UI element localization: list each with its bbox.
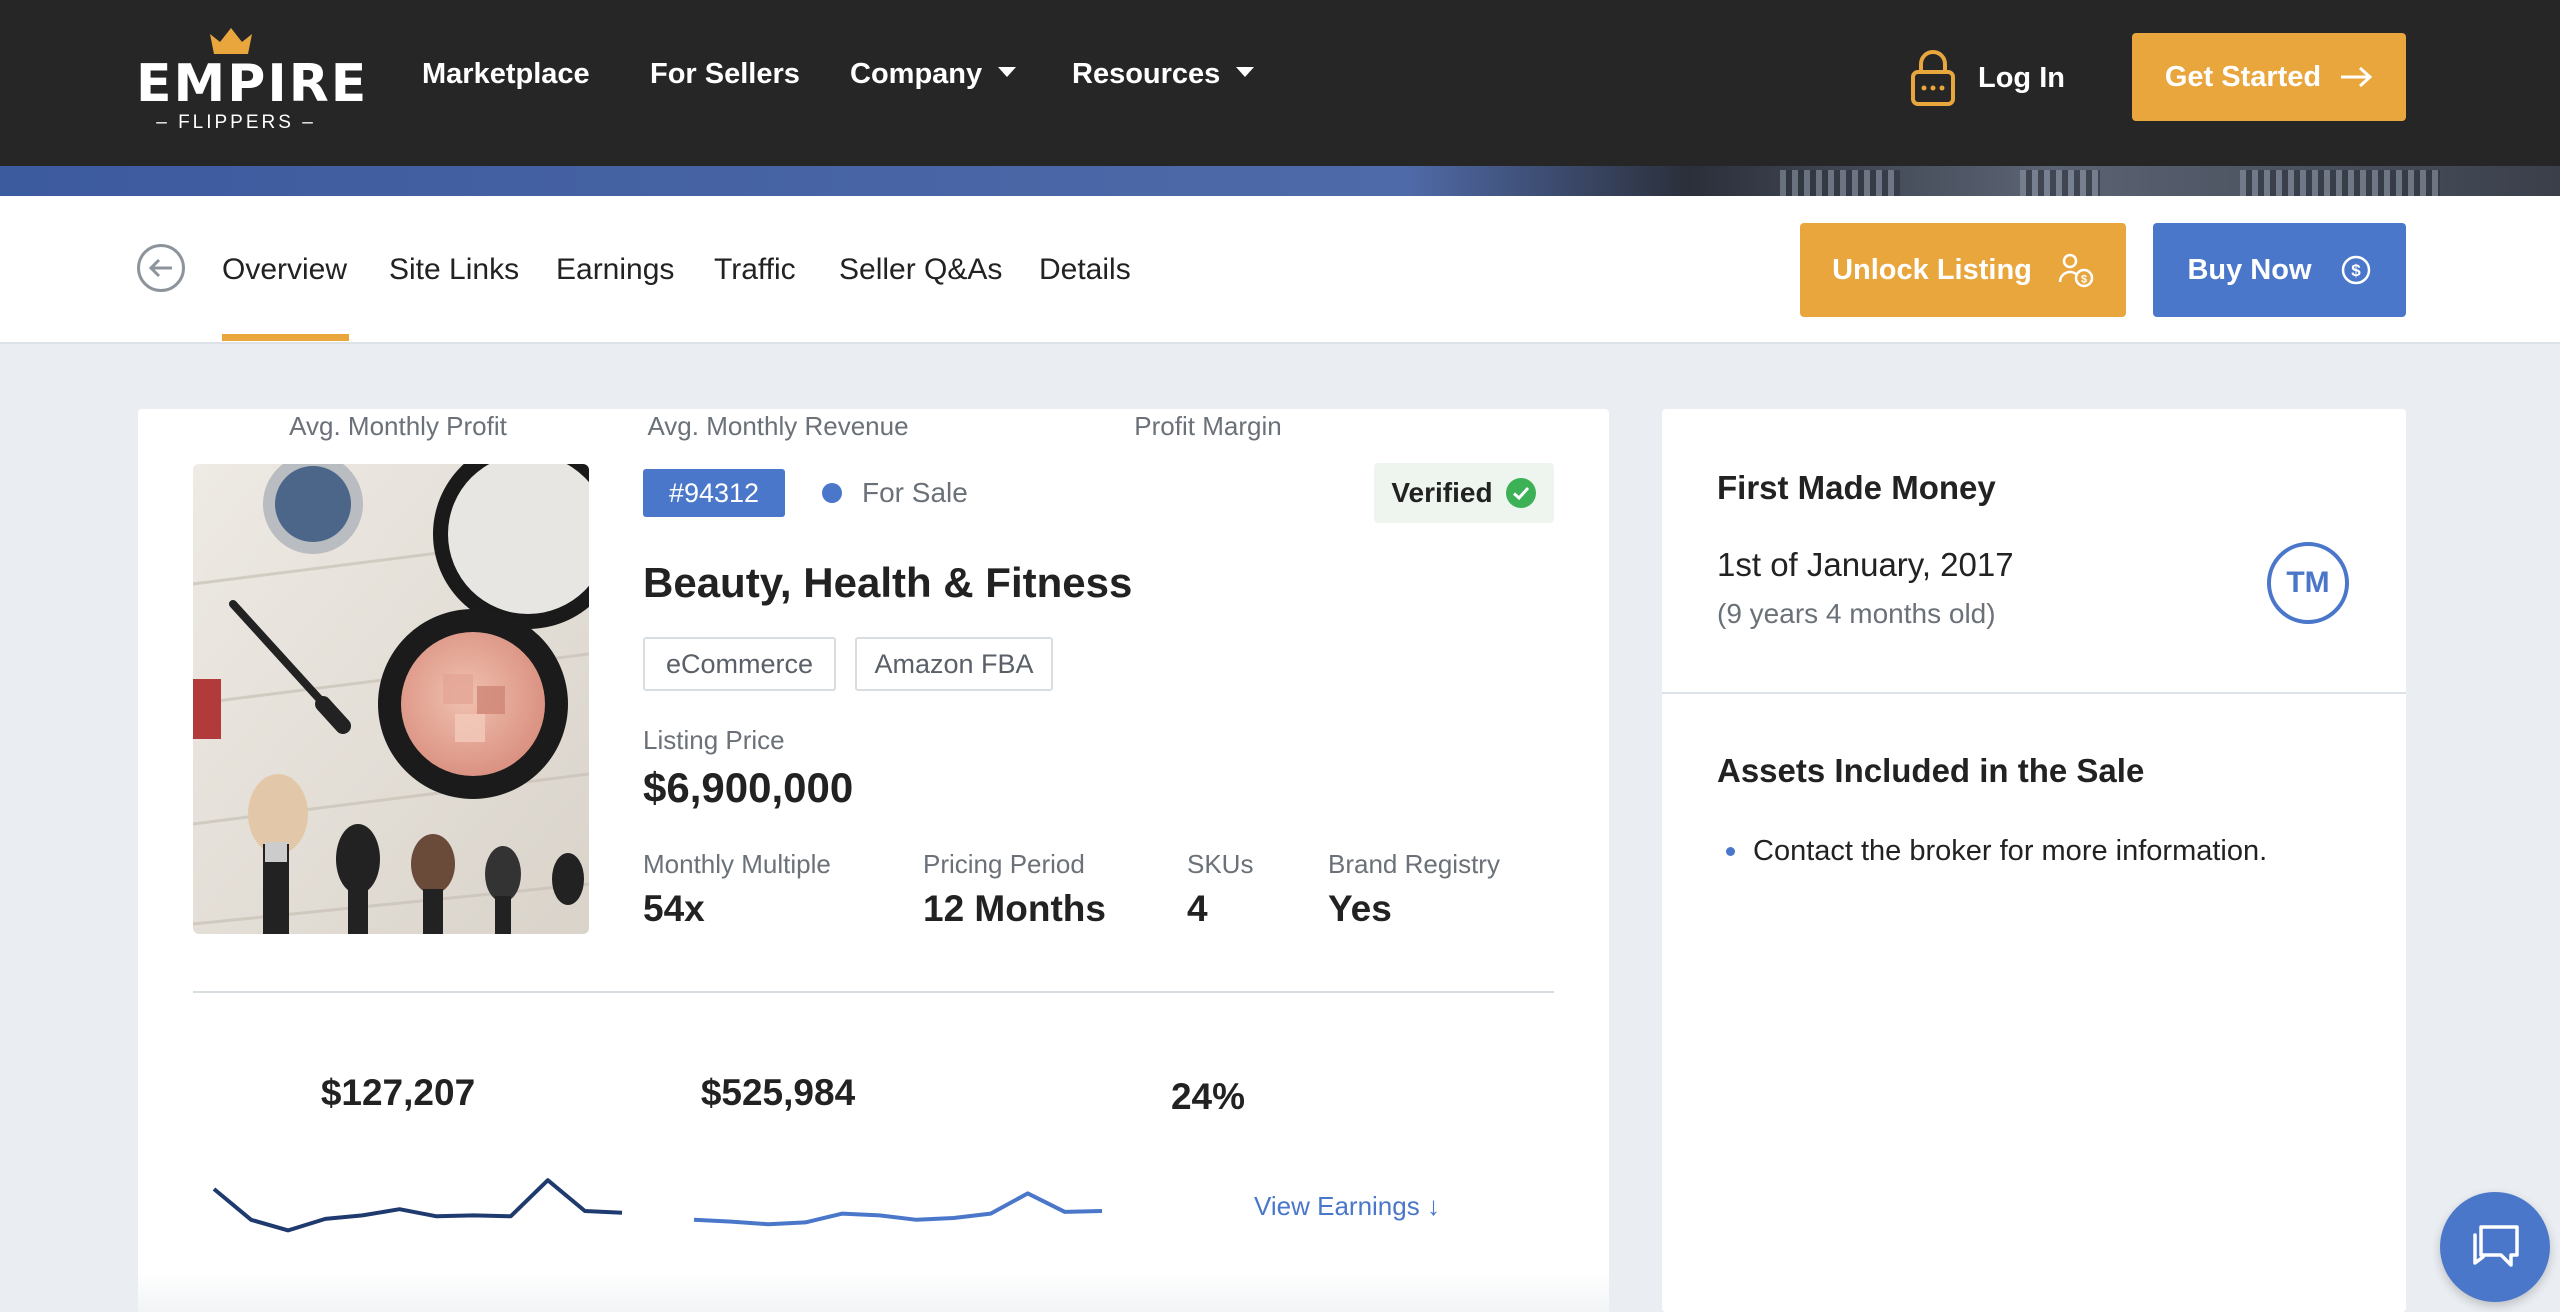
logo-wordmark: EMPIRE bbox=[136, 54, 369, 114]
skus-value: 4 bbox=[1187, 888, 1208, 929]
side-divider bbox=[1662, 692, 2406, 694]
tag-ecommerce[interactable]: eCommerce bbox=[643, 637, 836, 691]
svg-text:$: $ bbox=[2351, 261, 2361, 280]
status-dot-icon bbox=[822, 483, 842, 503]
card-bottom-fade bbox=[138, 1272, 1609, 1312]
get-started-button[interactable]: Get Started bbox=[2132, 33, 2406, 121]
nav-resources[interactable]: Resources bbox=[1072, 54, 1255, 94]
logo-tagline: – FLIPPERS – bbox=[156, 112, 316, 133]
monthly-multiple-label: Monthly Multiple bbox=[643, 849, 831, 879]
profit-margin-value: 24% bbox=[1170, 1076, 1246, 1117]
tab-earnings[interactable]: Earnings bbox=[556, 250, 674, 290]
hero-banner-strip bbox=[0, 166, 2560, 196]
revenue-sparkline bbox=[693, 1191, 1103, 1227]
listing-summary-card: #94312 For Sale Verified Beauty, Health … bbox=[138, 409, 1609, 1312]
tab-traffic[interactable]: Traffic bbox=[714, 250, 796, 290]
check-circle-icon bbox=[1505, 478, 1536, 508]
profit-margin-label: Profit Margin bbox=[1134, 411, 1282, 441]
business-age: (9 years 4 months old) bbox=[1717, 598, 1996, 629]
trademark-badge: TM bbox=[2267, 542, 2349, 624]
pricing-period-label: Pricing Period bbox=[923, 849, 1085, 879]
avg-revenue-value: $525,984 bbox=[700, 1072, 856, 1113]
listing-price: $6,900,000 bbox=[643, 764, 854, 811]
asset-list-item: Contact the broker for more information. bbox=[1726, 831, 2267, 871]
tab-seller-qas[interactable]: Seller Q&As bbox=[839, 250, 1002, 290]
dollar-circle-icon: $ bbox=[2341, 255, 2370, 285]
back-button[interactable] bbox=[137, 244, 185, 292]
first-made-money-title: First Made Money bbox=[1717, 469, 1996, 506]
chat-bubble-icon bbox=[2473, 1225, 2519, 1267]
top-navigation: EMPIRE – FLIPPERS – Marketplace For Sell… bbox=[0, 0, 2560, 166]
tab-overview[interactable]: Overview bbox=[222, 250, 347, 290]
tab-site-links[interactable]: Site Links bbox=[389, 250, 519, 290]
chevron-down-icon bbox=[1236, 67, 1255, 78]
crown-icon bbox=[210, 28, 252, 54]
listing-price-label: Listing Price bbox=[643, 725, 785, 755]
login-link[interactable]: Log In bbox=[1910, 50, 2065, 106]
assets-included-title: Assets Included in the Sale bbox=[1717, 752, 2145, 789]
section-divider bbox=[193, 991, 1554, 993]
arrow-left-icon bbox=[148, 258, 172, 278]
user-dollar-icon: $ bbox=[2058, 253, 2094, 288]
nav-for-sellers[interactable]: For Sellers bbox=[650, 54, 800, 94]
tag-amazon-fba[interactable]: Amazon FBA bbox=[855, 637, 1053, 691]
nav-company[interactable]: Company bbox=[850, 54, 1017, 94]
listing-tab-bar: Overview Site Links Earnings Traffic Sel… bbox=[0, 196, 2560, 344]
lock-icon bbox=[1911, 50, 1955, 106]
chat-widget-button[interactable] bbox=[2440, 1192, 2550, 1302]
unlock-listing-button[interactable]: Unlock Listing $ bbox=[1800, 223, 2126, 317]
empire-flippers-logo[interactable]: EMPIRE – FLIPPERS – bbox=[136, 24, 369, 136]
arrow-right-icon bbox=[2341, 66, 2373, 88]
listing-status: For Sale bbox=[822, 473, 968, 513]
avg-revenue-label: Avg. Monthly Revenue bbox=[647, 411, 909, 441]
login-label: Log In bbox=[1978, 61, 2065, 94]
profit-sparkline bbox=[212, 1178, 623, 1233]
verified-badge: Verified bbox=[1374, 463, 1554, 523]
monthly-multiple-value: 54x bbox=[643, 888, 705, 929]
brand-registry-label: Brand Registry bbox=[1328, 849, 1500, 879]
listing-side-card: First Made Money 1st of January, 2017 (9… bbox=[1662, 409, 2406, 1312]
sparkline-series bbox=[693, 1191, 1103, 1227]
sparkline-series bbox=[212, 1178, 623, 1233]
listing-id-badge: #94312 bbox=[643, 469, 785, 517]
bullet-icon bbox=[1726, 846, 1735, 856]
buy-now-button[interactable]: Buy Now $ bbox=[2153, 223, 2406, 317]
chevron-down-icon bbox=[998, 67, 1017, 78]
skus-label: SKUs bbox=[1187, 849, 1254, 879]
first-made-money-date: 1st of January, 2017 bbox=[1717, 546, 2014, 583]
listing-thumbnail-image[interactable] bbox=[193, 464, 589, 934]
active-tab-indicator bbox=[222, 334, 349, 341]
pricing-period-value: 12 Months bbox=[923, 888, 1106, 929]
listing-title: Beauty, Health & Fitness bbox=[643, 559, 1133, 606]
tab-details[interactable]: Details bbox=[1039, 250, 1131, 290]
view-earnings-link[interactable]: View Earnings ↓ bbox=[1254, 1189, 1440, 1223]
nav-marketplace[interactable]: Marketplace bbox=[422, 54, 590, 94]
svg-text:$: $ bbox=[2081, 274, 2087, 286]
brand-registry-value: Yes bbox=[1328, 888, 1392, 929]
